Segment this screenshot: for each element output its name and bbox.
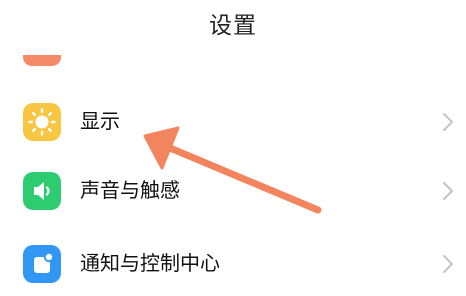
notification-icon <box>23 245 61 283</box>
chevron-right-icon <box>443 113 453 131</box>
sun-icon <box>23 103 61 141</box>
speaker-icon <box>23 172 61 210</box>
settings-item-label: 通知与控制中心 <box>80 251 220 275</box>
settings-item-sound[interactable]: 声音与触感 <box>0 159 466 223</box>
settings-item-label: 显示 <box>80 109 120 133</box>
chevron-right-icon <box>443 255 453 273</box>
settings-item-display[interactable]: 显示 <box>0 90 466 154</box>
chevron-right-icon <box>443 182 453 200</box>
partial-settings-icon <box>23 55 61 66</box>
settings-item-notifications[interactable]: 通知与控制中心 <box>0 232 466 296</box>
settings-item-label: 声音与触感 <box>80 178 180 202</box>
page-title: 设置 <box>209 13 257 39</box>
